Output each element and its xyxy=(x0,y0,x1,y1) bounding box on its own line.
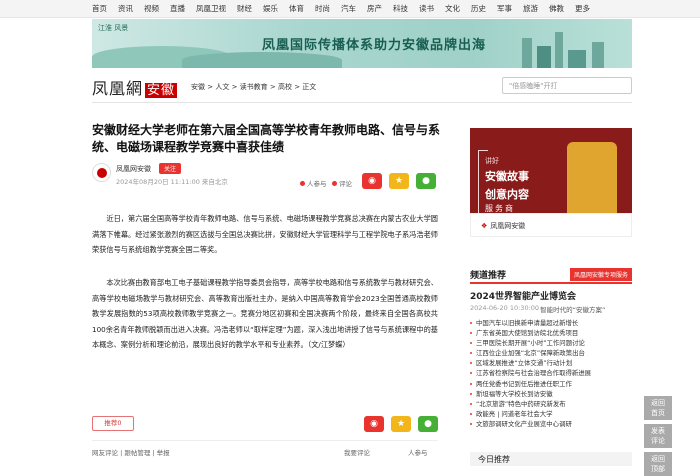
participants-count[interactable]: 人参与 xyxy=(300,178,327,188)
participants-link[interactable]: 人参与 xyxy=(408,447,428,457)
author-name[interactable]: 凤凰网安徽 xyxy=(116,164,151,174)
wechat-share-icon[interactable]: ● xyxy=(418,416,438,432)
article-paragraph: 近日，第六届全国高等学校青年教师电路、信号与系统、电磁场课程教学竞赛总决赛在内蒙… xyxy=(92,214,438,254)
list-item[interactable]: 斯坦福等大学校长到访安徽 xyxy=(470,389,642,399)
nav-item[interactable]: 历史 xyxy=(471,3,486,14)
nav-item[interactable]: 文化 xyxy=(445,3,460,14)
today-recommend: 今日推荐 xyxy=(470,452,632,466)
nav-item[interactable]: 娱乐 xyxy=(263,3,278,14)
top-nav: 首页 资讯 视频 直播 凤凰卫视 财经 娱乐 体育 时尚 汽车 房产 科技 读书 文化 历史 军事 旅游 佛教 更多 xyxy=(0,0,700,18)
weibo-share-icon[interactable]: ◉ xyxy=(364,416,384,432)
list-item[interactable]: “北京旅游”特色中药研究新发布 xyxy=(470,399,642,409)
list-item[interactable]: 江西位企业加强“北京”保障新政策出台 xyxy=(470,348,642,358)
banner-logo: 江淮 风景 xyxy=(98,24,129,32)
banner-title: 凤凰国际传播体系助力安徽品牌出海 xyxy=(262,38,487,53)
comment-links[interactable]: 网友评论 | 跟帖管理 | 举报 xyxy=(92,447,170,457)
nav-item[interactable]: 房产 xyxy=(367,3,382,14)
breadcrumb[interactable]: 安徽 > 人文 > 读书教育 > 高校 > 正文 xyxy=(191,82,316,92)
wechat-share-icon[interactable]: ● xyxy=(416,173,436,189)
nav-item[interactable]: 佛教 xyxy=(549,3,564,14)
site-header: 凤凰網 安徽 安徽 > 人文 > 读书教育 > 高校 > 正文 "倍感瞌睡"开打 xyxy=(92,75,632,99)
list-item[interactable]: 中国汽车以旧换新申请量超过新增长 xyxy=(470,318,642,328)
nav-item[interactable]: 汽车 xyxy=(341,3,356,14)
nav-item[interactable]: 财经 xyxy=(237,3,252,14)
follow-button[interactable]: 关注 xyxy=(159,163,182,174)
banner-ad[interactable]: 江淮 风景 凤凰国际传播体系助力安徽品牌出海 xyxy=(92,19,632,68)
list-item[interactable]: 三甲医院长期开展“小时”工作问题讨论 xyxy=(470,338,642,348)
nav-item[interactable]: 军事 xyxy=(497,3,512,14)
feature-date: 2024-06-20 10:30:00 xyxy=(470,304,540,312)
nav-item[interactable]: 首页 xyxy=(92,3,107,14)
favorite-star-icon[interactable]: ★ xyxy=(389,173,409,189)
news-list: 中国汽车以旧换新申请量超过新增长 广东省英国大使馆到访皖北优秀项目 三甲医院长期开展… xyxy=(470,318,642,429)
list-item[interactable]: 广东省英国大使馆到访皖北优秀项目 xyxy=(470,328,642,338)
divider xyxy=(92,102,632,103)
channel-recommend-header: 频道推荐 凤凰网安徽专项服务 xyxy=(470,266,632,284)
nav-item[interactable]: 凤凰卫视 xyxy=(196,3,226,14)
avatar[interactable] xyxy=(92,163,111,182)
nav-item[interactable]: 资讯 xyxy=(118,3,133,14)
nav-item[interactable]: 直播 xyxy=(170,3,185,14)
divider xyxy=(92,440,438,441)
feature-title[interactable]: 2024世界智能产业博览会 xyxy=(470,289,576,302)
favorite-star-icon[interactable]: ★ xyxy=(391,416,411,432)
list-item[interactable]: 文旅部调研文化产业展览中心调研 xyxy=(470,419,642,429)
list-item[interactable]: 区域发展推进“立体交通”行动计划 xyxy=(470,358,642,368)
nav-item[interactable]: 更多 xyxy=(575,3,590,14)
nav-item[interactable]: 视频 xyxy=(144,3,159,14)
feature-meta: · 智能时代的“安徽方案” xyxy=(536,306,606,314)
publish-date: 2024年08月20日 11:11:00 来自北京 xyxy=(116,178,228,186)
list-item[interactable]: 江苏省检察院与社会治理合作取得新进展 xyxy=(470,368,642,378)
nav-item[interactable]: 科技 xyxy=(393,3,408,14)
nav-item[interactable]: 读书 xyxy=(419,3,434,14)
nav-item[interactable]: 时尚 xyxy=(315,3,330,14)
author-bar: 凤凰网安徽 关注 2024年08月20日 11:11:00 来自北京 人参与 评… xyxy=(92,163,438,189)
weibo-share-icon[interactable]: ◉ xyxy=(362,173,382,189)
list-item[interactable]: 政能亮 | 问道老年社会大学 xyxy=(470,409,642,419)
list-item[interactable]: 两任党委书记到任后推进任职工作 xyxy=(470,379,642,389)
recommend-button[interactable]: 推荐0 xyxy=(92,416,134,431)
nav-item[interactable]: 旅游 xyxy=(523,3,538,14)
write-comment-link[interactable]: 我要评论 xyxy=(344,447,370,457)
comments-count[interactable]: 评论 xyxy=(332,178,352,188)
post-comment-button[interactable]: 发表 评论 xyxy=(644,424,672,448)
site-logo[interactable]: 凤凰網 安徽 xyxy=(92,75,178,99)
search-input[interactable]: "倍感瞌睡"开打 xyxy=(502,77,632,94)
article-paragraph: 本次比赛由教育部电工电子基础课程教学指导委员会指导，高等学校电路和信号系统教学与… xyxy=(92,278,438,349)
channel-tag[interactable]: 凤凰网安徽专项服务 xyxy=(569,267,632,281)
nav-item[interactable]: 体育 xyxy=(289,3,304,14)
sidebar-ad-brand[interactable]: ❖ 凤凰网安徽 xyxy=(470,213,632,237)
back-to-top-button[interactable]: 返回 顶部 xyxy=(644,452,672,476)
ad-illustration xyxy=(567,142,617,222)
article-title: 安徽财经大学老师在第六届全国高等学校青年教师电路、信号与系统、电磁场课程教学竞赛… xyxy=(92,123,441,154)
back-home-button[interactable]: 返回 首页 xyxy=(644,396,672,420)
